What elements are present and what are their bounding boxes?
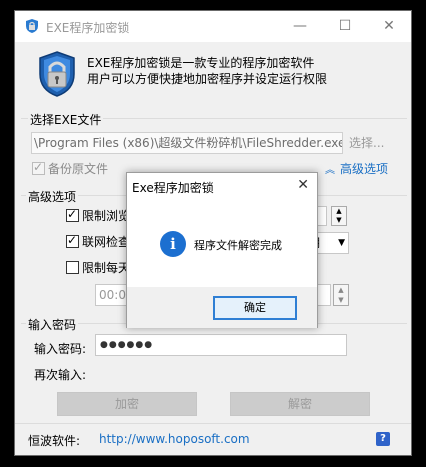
limit-browse-checkbox[interactable] [66, 207, 79, 222]
chevron-up-icon: ︽ [325, 165, 335, 176]
limit-daily-label: 限制每天 [82, 261, 131, 275]
dialog-footer: 确定 [127, 287, 317, 328]
network-check-label: 联网检查 [82, 235, 131, 249]
footer-divider [15, 423, 411, 424]
title-bar: EXE程序加密锁 — ☐ ✕ [15, 11, 411, 42]
maximize-button[interactable]: ☐ [323, 11, 367, 42]
repeat-password-label: 再次输入: [34, 368, 87, 382]
limit-browse-label: 限制浏览 [82, 209, 131, 223]
password-input-label: 输入密码: [34, 342, 87, 356]
password-group-label: 输入密码 [26, 316, 79, 333]
select-exe-label: 选择EXE文件 [28, 111, 104, 128]
network-check-checkbox[interactable] [66, 233, 79, 248]
advanced-options-link[interactable]: 高级选项 [340, 160, 388, 177]
header-line-1: EXE程序加密锁是一款专业的程序加密软件 [87, 56, 315, 70]
chevron-down-icon: ▼ [338, 238, 345, 248]
dialog-message: 程序文件解密完成 [194, 239, 282, 252]
browse-button[interactable]: 选择... [349, 134, 384, 151]
limit-daily-checkbox[interactable] [66, 261, 79, 274]
close-button[interactable]: ✕ [367, 11, 411, 42]
window-title: EXE程序加密锁 [46, 21, 130, 35]
exe-path-field[interactable]: \Program Files (x86)\超级文件粉碎机\FileShredde… [31, 132, 343, 154]
time-spinner[interactable]: ▲ ▼ [333, 284, 349, 306]
info-icon: i [160, 231, 186, 257]
limit-browse-spinner[interactable]: ▲ ▼ [331, 206, 347, 226]
backup-label: 备份原文件 [48, 162, 109, 176]
decrypt-button[interactable]: 解密 [230, 392, 370, 416]
dialog-close-button[interactable]: ✕ [297, 177, 309, 193]
dialog-title: Exe程序加密锁 [132, 181, 214, 195]
website-link[interactable]: http://www.hoposoft.com [99, 432, 250, 446]
ok-button[interactable]: 确定 [213, 296, 297, 320]
shield-lock-icon [39, 51, 75, 97]
minimize-button[interactable]: — [278, 11, 322, 42]
encrypt-button[interactable]: 加密 [57, 392, 197, 416]
lock-icon [26, 19, 38, 33]
password-input[interactable]: ●●●●●● [95, 334, 347, 356]
help-icon[interactable]: ? [376, 432, 390, 446]
brand-label: 恒波软件: [28, 434, 81, 448]
backup-checkbox[interactable] [32, 160, 45, 175]
decrypt-complete-dialog: Exe程序加密锁 ✕ i 程序文件解密完成 确定 [126, 172, 318, 328]
advanced-label: 高级选项 [26, 188, 79, 205]
header-line-2: 用户可以方便快捷地加密程序并设定运行权限 [87, 72, 328, 86]
